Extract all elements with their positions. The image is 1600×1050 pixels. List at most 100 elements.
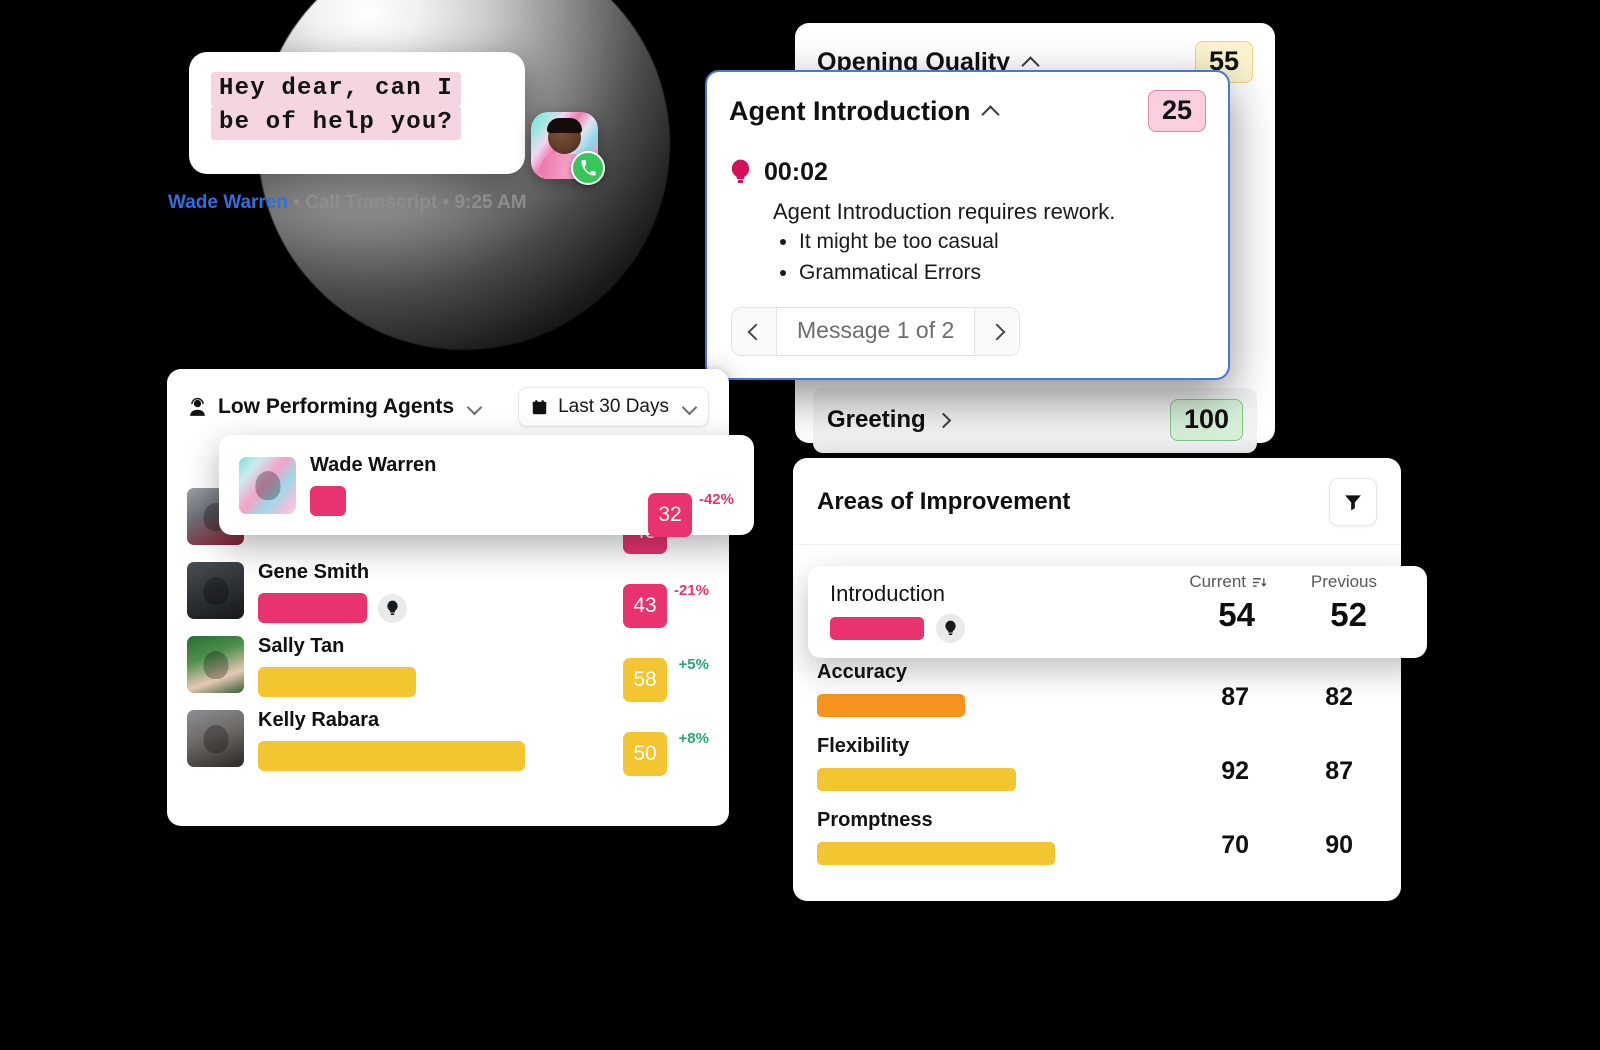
- agent-row-main: Kelly Rabara: [258, 710, 609, 771]
- agent-introduction-card: Agent Introduction 25 00:02 Agent Introd…: [705, 70, 1230, 380]
- metric-bar: [817, 694, 965, 717]
- phone-icon[interactable]: [571, 151, 605, 185]
- filter-icon: [1345, 495, 1361, 511]
- metric-current-value: 87: [1221, 683, 1249, 711]
- table-row[interactable]: Sally Tan 58 +5%: [187, 627, 709, 702]
- chevron-up-icon[interactable]: [1022, 54, 1039, 71]
- metric-bar-row: [830, 614, 965, 643]
- chevron-right-icon[interactable]: [938, 412, 955, 429]
- metric-bar-row: [817, 842, 1377, 865]
- pager-next-button[interactable]: [975, 308, 1020, 355]
- insight-body: Agent Introduction requires rework. It m…: [773, 197, 1206, 287]
- column-header-current[interactable]: Current: [1189, 572, 1267, 592]
- avatar: [187, 710, 244, 767]
- metric-row-featured[interactable]: Introduction Current Previous 54 52: [808, 566, 1427, 658]
- agent-score-bar: [258, 593, 367, 623]
- table-row[interactable]: Flexibility 92 87: [793, 735, 1401, 791]
- chevron-up-icon[interactable]: [982, 103, 999, 120]
- sort-descending-icon: [1253, 577, 1267, 587]
- greeting-score-badge: 100: [1169, 399, 1243, 441]
- avatar: [187, 636, 244, 693]
- metric-bar: [817, 768, 1016, 791]
- agent-score-chip: 50: [623, 732, 667, 776]
- greeting-title-group: Greeting: [827, 406, 955, 434]
- agent-delta: -42%: [698, 491, 734, 508]
- agent-score-bar-row: [310, 485, 634, 516]
- table-row[interactable]: Gene Smith 43 -21%: [187, 553, 709, 628]
- avatar: [187, 562, 244, 619]
- agent-score-bar: [258, 667, 416, 697]
- pager-prev-button[interactable]: [732, 308, 776, 355]
- meta-separator: •: [293, 192, 300, 213]
- metric-name: Introduction: [830, 581, 945, 606]
- chevron-down-icon[interactable]: [468, 401, 481, 414]
- column-header-previous: Previous: [1310, 572, 1377, 591]
- low-performing-agents-title-group[interactable]: Low Performing Agents: [187, 395, 481, 419]
- metric-bar-row: [817, 694, 1377, 717]
- table-row[interactable]: Promptness 70 90: [793, 809, 1401, 865]
- transcript-line: be of help you?: [211, 106, 462, 140]
- chevron-down-icon[interactable]: [683, 401, 696, 414]
- transcript-meta: Wade Warren • Call Transcript • 9:25 AM: [168, 192, 527, 214]
- agent-score-bar-row: [258, 741, 609, 771]
- agent-delta: +8%: [678, 730, 709, 747]
- greeting-title: Greeting: [827, 406, 926, 433]
- greeting-row[interactable]: Greeting 100: [813, 388, 1257, 453]
- agent-introduction-header[interactable]: Agent Introduction 25: [729, 90, 1206, 132]
- low-performing-agents-title: Low Performing Agents: [218, 395, 455, 418]
- insight-timestamp-row: 00:02: [729, 158, 1206, 187]
- avatar: [239, 456, 296, 514]
- agent-name: Sally Tan: [258, 635, 345, 657]
- agent-score-chip: 32: [648, 493, 692, 537]
- metric-current-value: 92: [1221, 757, 1249, 785]
- agent-row-main: Sally Tan: [258, 636, 609, 697]
- date-range-picker[interactable]: Last 30 Days: [518, 387, 709, 427]
- metric-bar: [830, 617, 924, 640]
- table-row[interactable]: Kelly Rabara 50 +8%: [187, 701, 709, 776]
- lightbulb-icon[interactable]: [378, 593, 407, 623]
- agent-score-chip: 58: [623, 658, 667, 702]
- transcript-speaker-link[interactable]: Wade Warren: [168, 192, 288, 213]
- areas-of-improvement-header: Areas of Improvement: [793, 458, 1401, 545]
- areas-of-improvement-card: Areas of Improvement Accuracy 87 82 Flexibi…: [793, 458, 1401, 901]
- message-pager: Message 1 of 2: [731, 307, 1021, 356]
- lightbulb-icon: [731, 159, 750, 184]
- metric-previous-value: 82: [1325, 683, 1353, 711]
- meta-separator: •: [442, 192, 450, 213]
- insight-bullet-list: It might be too casual Grammatical Error…: [799, 228, 1206, 286]
- agent-introduction-title-group: Agent Introduction: [729, 96, 999, 127]
- metric-name: Flexibility: [817, 735, 910, 757]
- agent-delta: +5%: [678, 656, 709, 673]
- low-performing-agents-header: Low Performing Agents Last 30 Days: [187, 387, 709, 427]
- agent-row-highlighted[interactable]: Wade Warren 32 -42%: [219, 435, 754, 537]
- agent-score-chip: 43: [623, 584, 667, 628]
- insight-headline: Agent Introduction requires rework.: [773, 199, 1116, 224]
- metric-name: Promptness: [817, 809, 933, 831]
- agent-score-bar: [258, 741, 525, 771]
- transcript-time: 9:25 AM: [454, 192, 527, 213]
- metric-bar: [817, 842, 1055, 865]
- avatar-hair: [547, 118, 582, 133]
- agent-introduction-title: Agent Introduction: [729, 95, 971, 126]
- call-transcript-bubble: Hey dear, can I be of help you?: [189, 52, 525, 174]
- metric-previous-value: 87: [1325, 757, 1353, 785]
- metric-current-value: 70: [1221, 831, 1249, 859]
- agent-name: Kelly Rabara: [258, 709, 380, 731]
- chevron-right-icon: [991, 325, 1004, 338]
- transcript-line: Hey dear, can I: [211, 72, 462, 106]
- lightbulb-icon[interactable]: [936, 614, 965, 643]
- agent-introduction-score-badge: 25: [1147, 90, 1206, 132]
- agent-score-bar: [310, 485, 346, 516]
- metric-name: Accuracy: [817, 661, 908, 683]
- metric-previous-value: 90: [1325, 831, 1353, 859]
- filter-button[interactable]: [1329, 478, 1377, 526]
- date-range-label: Last 30 Days: [558, 396, 669, 417]
- agent-row-main: Gene Smith: [258, 562, 609, 623]
- agent-row-main: Wade Warren: [310, 455, 634, 516]
- areas-of-improvement-title: Areas of Improvement: [817, 488, 1071, 515]
- column-header-current-label: Current: [1189, 572, 1246, 591]
- list-item: Grammatical Errors: [799, 259, 1206, 287]
- table-row[interactable]: Accuracy 87 82: [793, 661, 1401, 717]
- metric-current-value: 54: [1218, 596, 1255, 633]
- agent-score-bar-row: [258, 667, 609, 697]
